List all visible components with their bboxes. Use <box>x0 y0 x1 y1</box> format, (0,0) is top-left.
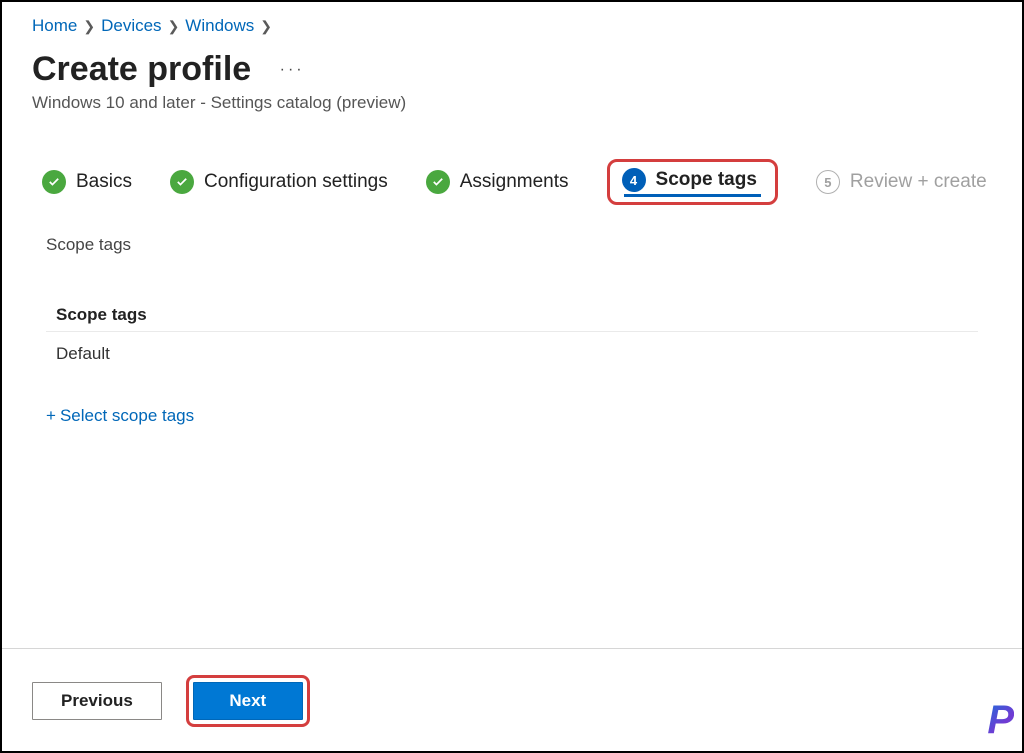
page-subtitle: Windows 10 and later - Settings catalog … <box>2 93 1022 143</box>
breadcrumb: Home ❯ Devices ❯ Windows ❯ <box>2 2 1022 42</box>
tab-review-create: 5 Review + create <box>816 170 987 194</box>
breadcrumb-windows[interactable]: Windows <box>185 16 254 36</box>
section-label: Scope tags <box>46 235 978 255</box>
tab-basics[interactable]: Basics <box>42 170 132 194</box>
tab-label: Configuration settings <box>204 171 388 193</box>
checkmark-icon <box>426 170 450 194</box>
step-number-icon: 5 <box>816 170 840 194</box>
breadcrumb-home[interactable]: Home <box>32 16 77 36</box>
breadcrumb-devices[interactable]: Devices <box>101 16 161 36</box>
more-actions-button[interactable]: ··· <box>280 61 305 79</box>
chevron-right-icon: ❯ <box>168 18 180 35</box>
select-scope-tags-link[interactable]: + Select scope tags <box>46 376 194 426</box>
chevron-right-icon: ❯ <box>83 18 95 35</box>
link-label: Select scope tags <box>60 406 194 426</box>
scope-tags-column-header: Scope tags <box>46 299 978 332</box>
tab-label: Assignments <box>460 171 569 193</box>
plus-icon: + <box>46 406 56 426</box>
wizard-tabs: Basics Configuration settings Assignment… <box>2 143 1022 215</box>
tab-scope-tags[interactable]: 4 Scope tags <box>607 159 778 205</box>
tab-label: Review + create <box>850 171 987 193</box>
main-content: Scope tags Scope tags Default + Select s… <box>2 215 1022 436</box>
next-button-highlight: Next <box>186 675 310 727</box>
tab-label: Scope tags <box>656 169 757 191</box>
previous-button[interactable]: Previous <box>32 682 162 720</box>
next-button[interactable]: Next <box>193 682 303 720</box>
checkmark-icon <box>42 170 66 194</box>
page-title: Create profile <box>32 50 251 89</box>
step-number-icon: 4 <box>622 168 646 192</box>
checkmark-icon <box>170 170 194 194</box>
scope-tag-row: Default <box>46 332 978 376</box>
tab-label: Basics <box>76 171 132 193</box>
tab-configuration-settings[interactable]: Configuration settings <box>170 170 388 194</box>
tab-assignments[interactable]: Assignments <box>426 170 569 194</box>
wizard-footer: Previous Next <box>2 648 1022 751</box>
active-tab-indicator <box>624 194 761 197</box>
page-header: Create profile ··· <box>2 42 1022 93</box>
chevron-right-icon: ❯ <box>260 18 272 35</box>
